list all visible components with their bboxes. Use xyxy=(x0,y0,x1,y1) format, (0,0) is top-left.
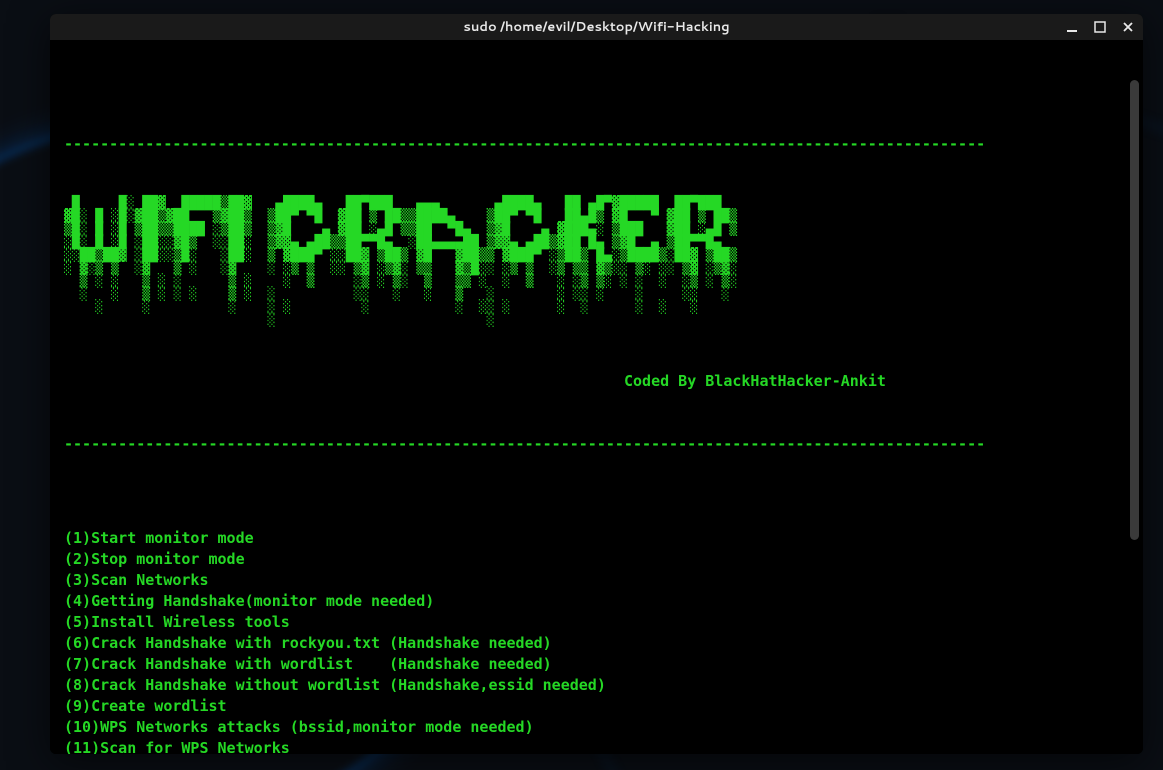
menu-item: (11)Scan for WPS Networks xyxy=(64,739,290,754)
ascii-banner: █ █░ ██▓ █████▒██▓ ▄████▄ ██▀███ ▄▄▄ ▄██… xyxy=(64,197,1133,327)
menu-item: (3)Scan Networks xyxy=(64,571,209,589)
menu-item: (1)Start monitor mode xyxy=(64,529,254,547)
minimize-button[interactable] xyxy=(1063,18,1081,36)
terminal-window: sudo /home/evil/Desktop/Wifi-Hacking ---… xyxy=(50,14,1143,754)
menu-item: (5)Install Wireless tools xyxy=(64,613,290,631)
scrollbar[interactable] xyxy=(1130,80,1139,540)
menu-item: (4)Getting Handshake(monitor mode needed… xyxy=(64,592,434,610)
menu-item: (10)WPS Networks attacks (bssid,monitor … xyxy=(64,718,534,736)
menu-item: (2)Stop monitor mode xyxy=(64,550,245,568)
divider-top: ----------------------------------------… xyxy=(64,134,1133,155)
close-button[interactable] xyxy=(1119,18,1137,36)
window-title: sudo /home/evil/Desktop/Wifi-Hacking xyxy=(463,18,729,36)
maximize-button[interactable] xyxy=(1091,18,1109,36)
menu-item: (7)Crack Handshake with wordlist (Handsh… xyxy=(64,655,552,673)
menu-item: (8)Crack Handshake without wordlist (Han… xyxy=(64,676,606,694)
credit-line: Coded By BlackHatHacker-Ankit xyxy=(64,371,1133,392)
menu-block: (1)Start monitor mode (2)Stop monitor mo… xyxy=(64,528,1133,754)
menu-item: (6)Crack Handshake with rockyou.txt (Han… xyxy=(64,634,552,652)
window-titlebar[interactable]: sudo /home/evil/Desktop/Wifi-Hacking xyxy=(50,14,1143,40)
menu-item: (9)Create wordlist xyxy=(64,697,227,715)
divider-mid: ----------------------------------------… xyxy=(64,434,1133,455)
window-controls xyxy=(1063,14,1137,40)
terminal-body[interactable]: ----------------------------------------… xyxy=(50,40,1143,754)
